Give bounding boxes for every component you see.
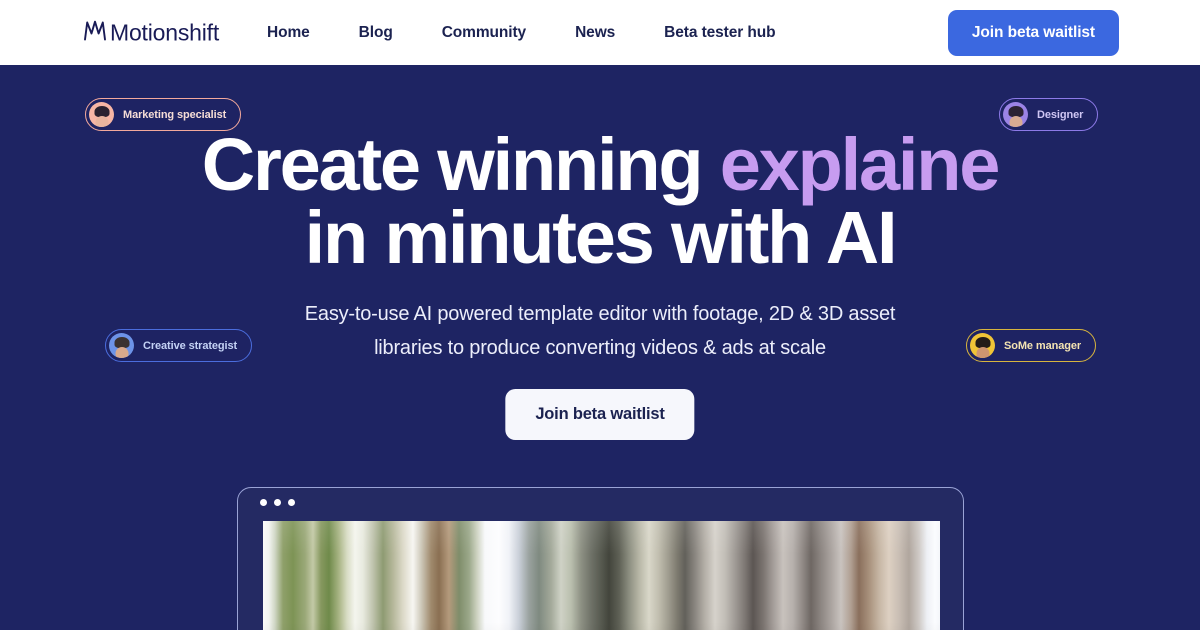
nav-item-news[interactable]: News [575, 24, 615, 42]
site-header: Motionshift Home Blog Community News Bet… [0, 0, 1200, 65]
hero-subtitle-line-2: libraries to produce converting videos &… [374, 336, 826, 359]
main-navigation: Home Blog Community News Beta tester hub [267, 24, 776, 42]
headline-line-2: in minutes with AI [304, 195, 898, 279]
persona-pill-label: Creative strategist [143, 339, 238, 352]
mockup-video-preview[interactable] [263, 521, 940, 630]
window-dot-minimize-icon [274, 498, 281, 506]
hero-subtitle-line-1: Easy-to-use AI powered template editor w… [304, 303, 896, 325]
avatar-some-manager [970, 333, 995, 358]
headline-static-text: Create winning [201, 123, 720, 206]
nav-item-community[interactable]: Community [442, 24, 526, 42]
nav-item-home[interactable]: Home [267, 24, 310, 42]
headline-line-1: Create winning explaine [201, 123, 1001, 206]
persona-pill-designer[interactable]: Designer [999, 98, 1099, 131]
motionshift-wave-m-logo [82, 17, 108, 48]
header-join-beta-waitlist-button[interactable]: Join beta waitlist [947, 9, 1119, 56]
window-dot-close-icon [260, 498, 267, 506]
product-browser-mockup [237, 487, 964, 630]
persona-pill-creative-strategist[interactable]: Creative strategist [105, 329, 253, 362]
avatar-designer [1003, 102, 1028, 127]
nav-item-beta-tester-hub[interactable]: Beta tester hub [664, 24, 775, 42]
persona-pill-marketing-specialist[interactable]: Marketing specialist [85, 98, 242, 131]
hero-section: Create winning explaine in minutes with … [0, 65, 1200, 630]
headline-animated-word: explaine [719, 123, 1001, 206]
avatar-creative-strategist [109, 333, 134, 358]
brand-name: Motionshift [110, 19, 220, 45]
page-title: Create winning explaine in minutes with … [0, 128, 1200, 275]
persona-pill-some-manager[interactable]: SoMe manager [966, 329, 1097, 362]
brand-logo[interactable]: Motionshift [82, 17, 219, 48]
window-dot-maximize-icon [288, 498, 295, 506]
persona-pill-label: SoMe manager [1004, 339, 1082, 352]
nav-item-blog[interactable]: Blog [359, 24, 393, 42]
avatar-marketing-specialist [89, 102, 114, 127]
persona-pill-label: Designer [1037, 108, 1084, 121]
hero-join-beta-waitlist-button[interactable]: Join beta waitlist [505, 389, 695, 440]
mockup-window-bar [238, 488, 963, 516]
persona-pill-label: Marketing specialist [123, 108, 227, 121]
